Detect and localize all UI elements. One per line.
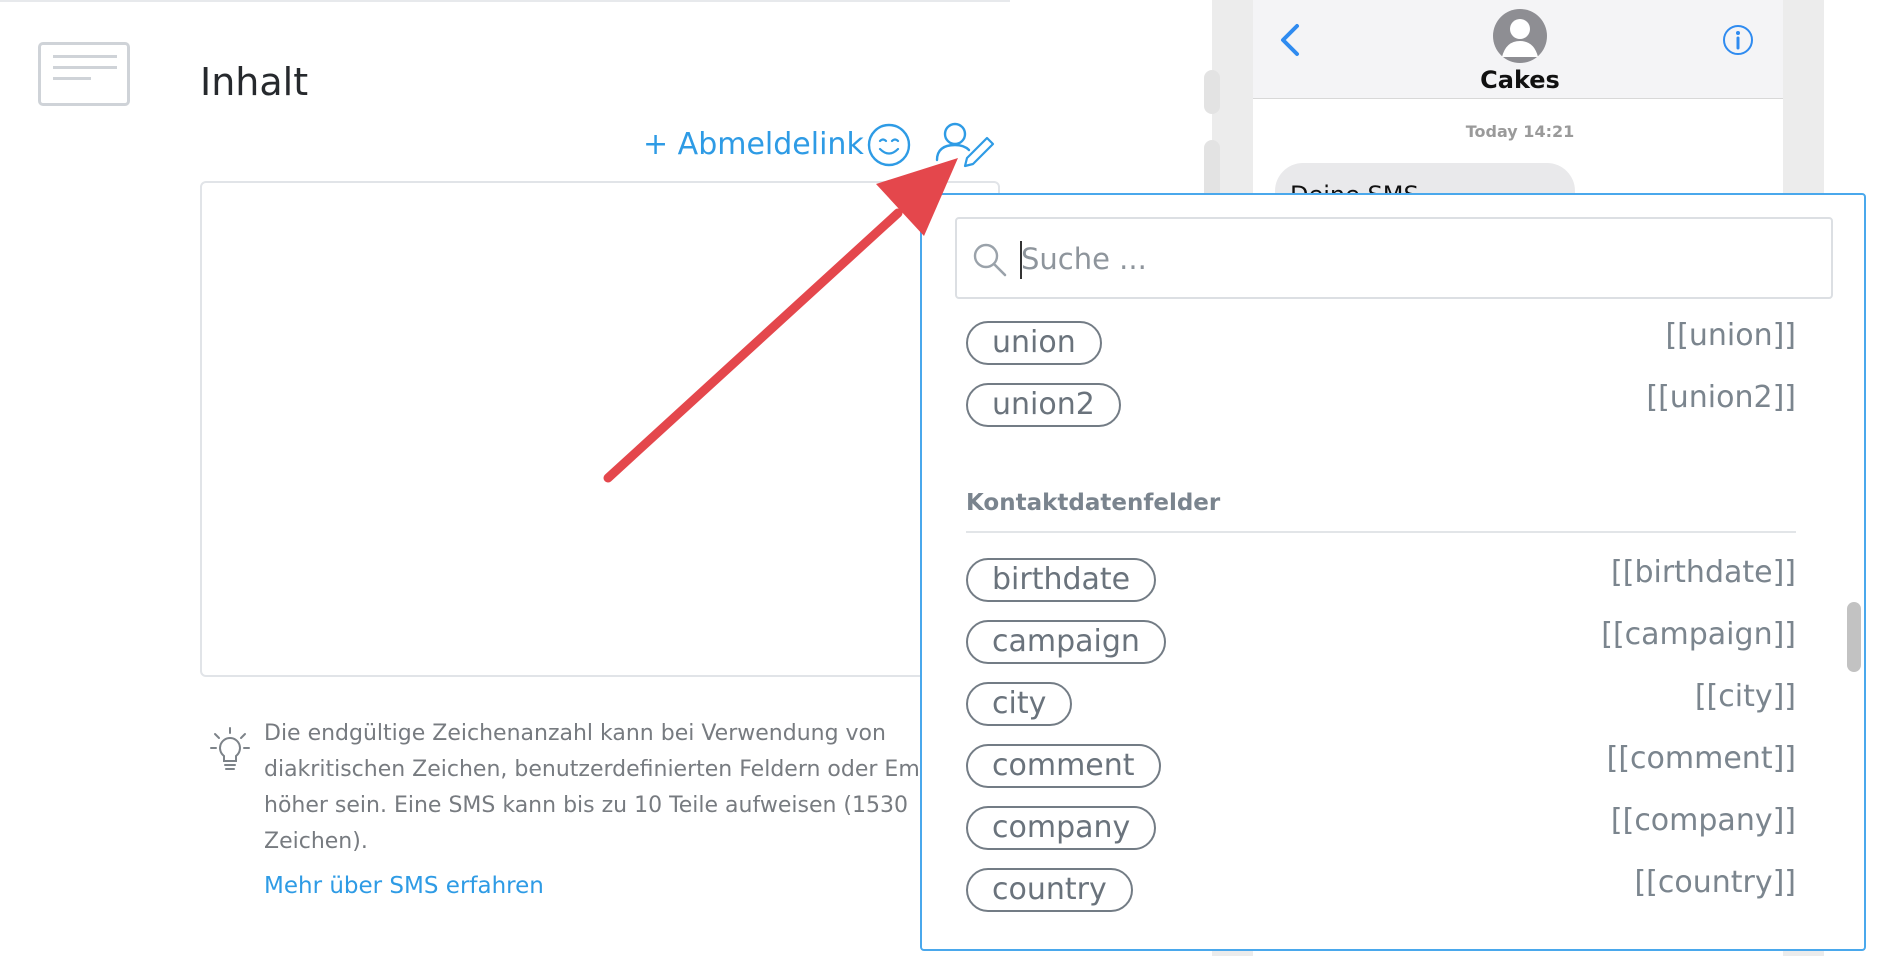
scrollbar-thumb[interactable] [1847, 602, 1861, 672]
field-placeholder: [[company]] [1610, 803, 1796, 838]
phone-side-button [1204, 70, 1220, 114]
message-timestamp: Today 14:21 [1465, 122, 1575, 141]
top-divider [0, 0, 1010, 2]
field-pill: city [966, 682, 1073, 726]
field-pill: campaign [966, 620, 1166, 664]
field-placeholder: [[birthdate]] [1611, 555, 1796, 590]
unsubscribe-link-button[interactable]: + Abmeldelink [643, 127, 864, 162]
section-title: Kontaktdatenfelder [966, 490, 1221, 516]
field-placeholder: [[country]] [1634, 865, 1796, 900]
personalization-dropdown: union [[union]] union2 [[union2]] Kontak… [920, 193, 1866, 951]
field-pill: birthdate [966, 558, 1157, 602]
field-placeholder: [[union]] [1665, 318, 1796, 353]
text-cursor [1020, 241, 1022, 279]
field-pill: country [966, 868, 1133, 912]
field-item-birthdate[interactable]: birthdate [[birthdate]] [966, 555, 1796, 606]
hint-line: Die endgültige Zeichenanzahl kann bei Ve… [264, 721, 886, 746]
field-placeholder: [[city]] [1694, 679, 1796, 714]
sms-length-hint: Die endgültige Zeichenanzahl kann bei Ve… [264, 716, 934, 860]
hint-line: diakritischen Zeichen, benutzerdefiniert… [264, 757, 920, 782]
user-edit-icon[interactable] [935, 120, 997, 170]
document-icon [38, 42, 130, 106]
search-box [955, 217, 1833, 299]
lightbulb-icon [210, 727, 250, 770]
info-icon[interactable] [1722, 24, 1754, 56]
sms-content-editor[interactable] [200, 181, 1000, 677]
field-placeholder: [[comment]] [1606, 741, 1796, 776]
field-item-company[interactable]: company [[company]] [966, 803, 1796, 854]
field-item-union[interactable]: union [[union]] [966, 318, 1796, 369]
field-placeholder: [[union2]] [1646, 380, 1796, 415]
field-pill: union [966, 321, 1102, 365]
field-pill: company [966, 806, 1157, 850]
field-pill: comment [966, 744, 1161, 788]
field-item-union2[interactable]: union2 [[union2]] [966, 380, 1796, 431]
search-input[interactable] [1019, 233, 1803, 285]
learn-more-sms-link[interactable]: Mehr über SMS erfahren [264, 873, 544, 899]
section-divider [966, 531, 1796, 533]
contact-name: Cakes [1480, 66, 1560, 94]
page-title: Inhalt [200, 60, 309, 104]
field-pill: union2 [966, 383, 1121, 427]
hint-line: höher sein. Eine SMS kann bis zu 10 Teil… [264, 793, 908, 818]
field-item-country[interactable]: country [[country]] [966, 865, 1796, 916]
field-item-comment[interactable]: comment [[comment]] [966, 741, 1796, 792]
field-placeholder: [[campaign]] [1601, 617, 1796, 652]
hint-line: Zeichen). [264, 829, 368, 854]
search-icon [973, 243, 1007, 277]
smiley-icon[interactable] [866, 122, 912, 168]
field-item-campaign[interactable]: campaign [[campaign]] [966, 617, 1796, 668]
field-item-city[interactable]: city [[city]] [966, 679, 1796, 730]
chevron-left-icon[interactable] [1275, 20, 1305, 60]
avatar-icon [1493, 9, 1547, 63]
